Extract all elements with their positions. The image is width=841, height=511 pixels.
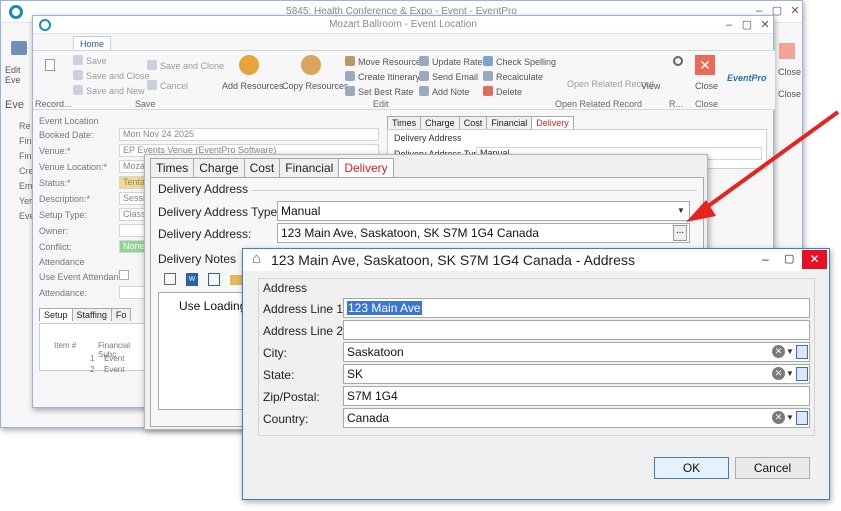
zip-label: Zip/Postal:: [263, 390, 320, 404]
city-label: City:: [263, 346, 287, 360]
address-line1-input[interactable]: 123 Main Ave: [343, 298, 810, 318]
city-combo[interactable]: Saskatoon ✕ ▼: [343, 342, 810, 362]
address-dialog-title-bar: ⌂ 123 Main Ave, Saskatoon, SK S7M 1G4 Ca…: [243, 249, 829, 271]
chevron-down-icon[interactable]: ▼: [784, 410, 796, 426]
cancel-button[interactable]: Cancel: [735, 457, 810, 479]
address-line2-input[interactable]: [343, 320, 810, 340]
state-value: SK: [347, 367, 364, 381]
country-value: Canada: [347, 411, 390, 425]
chevron-down-icon[interactable]: ▼: [784, 366, 796, 382]
lookup-icon[interactable]: [796, 345, 808, 359]
chevron-down-icon[interactable]: ▼: [784, 344, 796, 360]
state-label: State:: [263, 368, 295, 382]
address-dialog-title: 123 Main Ave, Saskatoon, SK S7M 1G4 Cana…: [271, 252, 635, 268]
arrow-shaft: [698, 110, 840, 214]
dialog-minimize-button[interactable]: –: [762, 252, 769, 266]
dialog-maximize-button[interactable]: ▢: [784, 252, 794, 265]
ok-button[interactable]: OK: [654, 457, 729, 479]
home-icon: ⌂: [252, 250, 262, 267]
state-combo[interactable]: SK ✕ ▼: [343, 364, 810, 384]
lookup-icon[interactable]: [796, 411, 808, 425]
zip-input[interactable]: S7M 1G4: [343, 386, 810, 406]
address-group-box: Address Address Line 1: 123 Main Ave Add…: [258, 278, 815, 436]
dialog-close-button[interactable]: ✕: [802, 250, 827, 269]
city-value: Saskatoon: [347, 345, 404, 359]
address-group-title: Address: [263, 281, 308, 295]
country-label: Country:: [263, 412, 309, 426]
address-line1-value: 123 Main Ave: [347, 301, 422, 315]
address-dialog: ⌂ 123 Main Ave, Saskatoon, SK S7M 1G4 Ca…: [242, 248, 830, 500]
address-line1-label: Address Line 1:: [263, 302, 347, 316]
address-line2-label: Address Line 2:: [263, 324, 347, 338]
lookup-icon[interactable]: [796, 367, 808, 381]
country-combo[interactable]: Canada ✕ ▼: [343, 408, 810, 428]
